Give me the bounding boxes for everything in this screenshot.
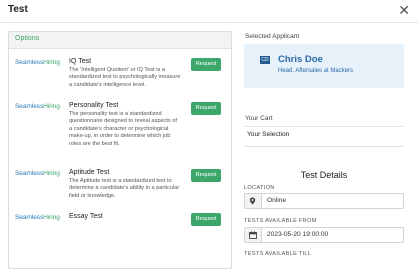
applicant-card: Chris Doe Head, Aftersales at Mackers CD — [244, 44, 404, 88]
options-header: Options — [9, 32, 231, 49]
request-button[interactable]: Request — [191, 102, 221, 115]
available-from-label: TESTS AVAILABLE FROM — [244, 218, 317, 224]
test-details-title: Test Details — [300, 170, 348, 180]
test-description: The personality test is a standardized q… — [69, 111, 177, 147]
brand-logo: SeamlessHiring — [15, 214, 60, 221]
selected-applicant-label: Selected Applicant — [245, 33, 300, 40]
divider — [244, 126, 404, 127]
brand-logo: SeamlessHiring — [15, 59, 60, 66]
cart-label: Your Cart — [245, 115, 273, 122]
request-button[interactable]: Request — [191, 58, 221, 71]
available-till-label: TESTS AVAILABLE TILL — [244, 251, 312, 257]
location-pin-icon — [245, 194, 262, 208]
test-name: Essay Test — [69, 213, 103, 220]
test-name: Aptitude Test — [69, 169, 110, 176]
available-from-field[interactable]: 2023-05-20 19:00:00 — [244, 227, 404, 243]
location-label: LOCATION — [244, 185, 275, 191]
location-value: Online — [267, 197, 287, 204]
brand-logo: SeamlessHiring — [15, 103, 60, 110]
modal-header: Test ✕ — [0, 0, 418, 23]
cart-value[interactable]: Your Selection — [247, 131, 289, 138]
test-name: IQ Test — [69, 58, 92, 65]
applicant-avatar: CD — [260, 56, 270, 64]
test-modal: Test ✕ Options SeamlessHiring IQ Test Th… — [0, 0, 418, 269]
modal-title: Test — [8, 4, 28, 15]
close-icon[interactable]: ✕ — [398, 2, 410, 18]
brand-logo: SeamlessHiring — [15, 170, 60, 177]
calendar-icon — [245, 228, 262, 242]
location-field[interactable]: Online — [244, 193, 404, 209]
test-name: Personality Test — [69, 102, 119, 109]
test-description: The 'Intelligent Quotient' or IQ Test is… — [69, 67, 181, 88]
test-description: The Aptitude test is a standardized test… — [69, 178, 180, 199]
applicant-role: Head, Aftersales at Mackers — [278, 68, 354, 74]
request-button[interactable]: Request — [191, 213, 221, 226]
available-from-value: 2023-05-20 19:00:00 — [267, 231, 329, 238]
applicant-name: Chris Doe — [278, 54, 323, 65]
request-button[interactable]: Request — [191, 169, 221, 182]
options-label: Options — [15, 35, 40, 42]
options-panel: Options SeamlessHiring IQ Test The 'Inte… — [8, 31, 232, 269]
divider — [244, 146, 404, 147]
